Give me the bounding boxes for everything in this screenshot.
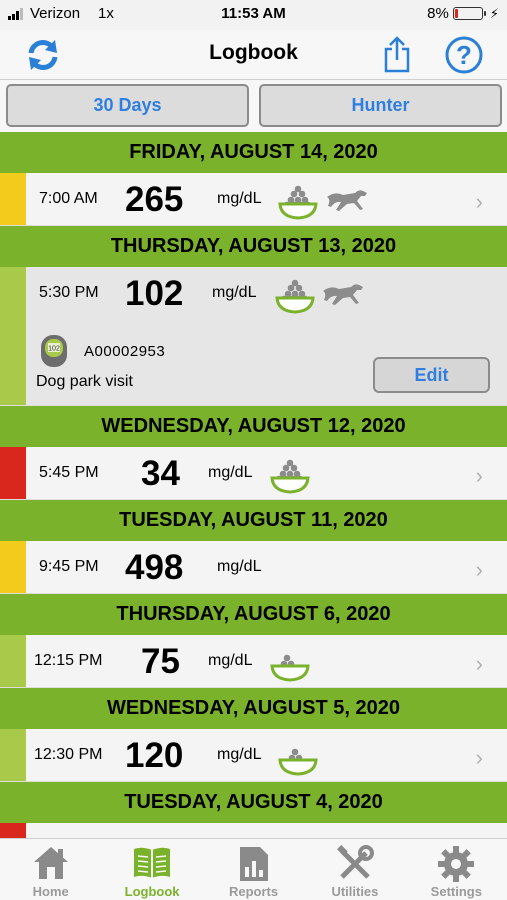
home-icon [33,847,68,879]
date-range-button[interactable]: 30 Days [6,84,249,127]
glucose-unit: mg/dL [217,190,262,207]
entry-time: 9:45 PM [39,558,99,575]
help-icon: ? [445,36,483,74]
tab-label: Utilities [331,884,379,899]
settings-icon [438,846,475,882]
date-header: THURSDAY, AUGUST 6, 2020 [0,594,507,635]
log-entry[interactable]: 5:30 PM 102 mg/dL 102 A00002953 Dog park vis… [0,267,507,406]
entry-time: 5:30 PM [39,284,99,301]
chevron-right-icon[interactable]: › [476,557,483,583]
glucose-value: 265 [125,180,184,219]
battery-info: 8% ⚡ [427,5,499,22]
share-icon [384,36,410,73]
tab-logbook[interactable]: Logbook [101,839,202,900]
glucose-unit: mg/dL [208,652,253,669]
edit-button[interactable]: Edit [373,357,490,393]
glucose-level-indicator [0,823,26,838]
food-bowl-icon [277,184,319,220]
exercise-dog-icon [325,187,369,215]
glucose-unit: mg/dL [217,746,262,763]
glucose-level-indicator [0,267,26,405]
log-entry[interactable]: › [0,823,507,838]
tab-label: Home [32,884,69,899]
charging-icon: ⚡ [489,5,499,21]
glucose-level-indicator [0,447,26,499]
date-header: TUESDAY, AUGUST 4, 2020 [0,782,507,823]
glucose-level-indicator [0,541,26,593]
svg-text:102: 102 [48,346,60,353]
glucose-value: 34 [141,454,180,493]
glucose-value: 120 [125,736,184,775]
logbook-list[interactable]: FRIDAY, AUGUST 14, 2020 7:00 AM 265 mg/dL › T… [0,132,507,838]
glucose-level-indicator [0,729,26,781]
date-header: FRIDAY, AUGUST 14, 2020 [0,132,507,173]
tab-home[interactable]: Home [0,839,101,900]
share-button[interactable] [376,34,418,76]
tab-reports[interactable]: Reports [203,839,304,900]
chevron-right-icon[interactable]: › [476,189,483,215]
chevron-right-icon[interactable]: › [476,651,483,677]
glucose-meter-icon: 102 [40,334,68,368]
utilities-icon [336,845,374,879]
log-entry[interactable]: 12:30 PM 120 mg/dL › [0,729,507,782]
date-header: WEDNESDAY, AUGUST 5, 2020 [0,688,507,729]
glucose-level-indicator [0,173,26,225]
glucose-unit: mg/dL [217,558,262,575]
battery-icon [452,7,486,20]
glucose-level-indicator [0,635,26,687]
glucose-unit: mg/dL [208,464,253,481]
tab-label: Settings [430,884,482,899]
pet-select-button[interactable]: Hunter [259,84,502,127]
entry-time: 7:00 AM [39,190,98,207]
food-bowl-icon [269,646,311,682]
battery-percent: 8% [427,5,449,22]
chevron-right-icon[interactable]: › [476,745,483,771]
help-button[interactable]: ? [443,34,485,76]
glucose-value: 498 [125,548,184,587]
exercise-dog-icon [321,281,365,309]
glucose-value: 75 [141,642,180,681]
glucose-unit: mg/dL [212,284,257,301]
food-bowl-icon [274,278,316,314]
date-header: WEDNESDAY, AUGUST 12, 2020 [0,406,507,447]
svg-text:?: ? [456,40,472,70]
log-entry[interactable]: 7:00 AM 265 mg/dL › [0,173,507,226]
tab-label: Reports [228,884,279,899]
logbook-icon [134,847,171,878]
navigation-bar: Logbook ? [0,30,507,80]
tab-bar: Home Logbook Reports Utilities Settings [0,838,507,900]
tab-label: Logbook [124,884,180,899]
glucose-value: 102 [125,274,184,313]
tab-settings[interactable]: Settings [406,839,507,900]
log-entry[interactable]: 5:45 PM 34 mg/dL › [0,447,507,500]
food-bowl-icon [277,740,319,776]
entry-time: 5:45 PM [39,464,99,481]
page-title: Logbook [209,41,298,64]
meter-serial: A00002953 [84,343,166,360]
reports-icon [239,847,268,881]
tab-utilities[interactable]: Utilities [304,839,405,900]
entry-time: 12:30 PM [34,746,103,763]
log-entry[interactable]: 9:45 PM 498 mg/dL › [0,541,507,594]
status-bar: Verizon 1x 11:53 AM 8% ⚡ [0,0,507,30]
date-header: TUESDAY, AUGUST 11, 2020 [0,500,507,541]
date-header: THURSDAY, AUGUST 13, 2020 [0,226,507,267]
chevron-right-icon[interactable]: › [476,463,483,489]
log-entry[interactable]: 12:15 PM 75 mg/dL › [0,635,507,688]
entry-time: 12:15 PM [34,652,103,669]
filter-bar: 30 Days Hunter [0,80,507,132]
entry-note: Dog park visit [36,373,133,390]
food-bowl-icon [269,458,311,494]
